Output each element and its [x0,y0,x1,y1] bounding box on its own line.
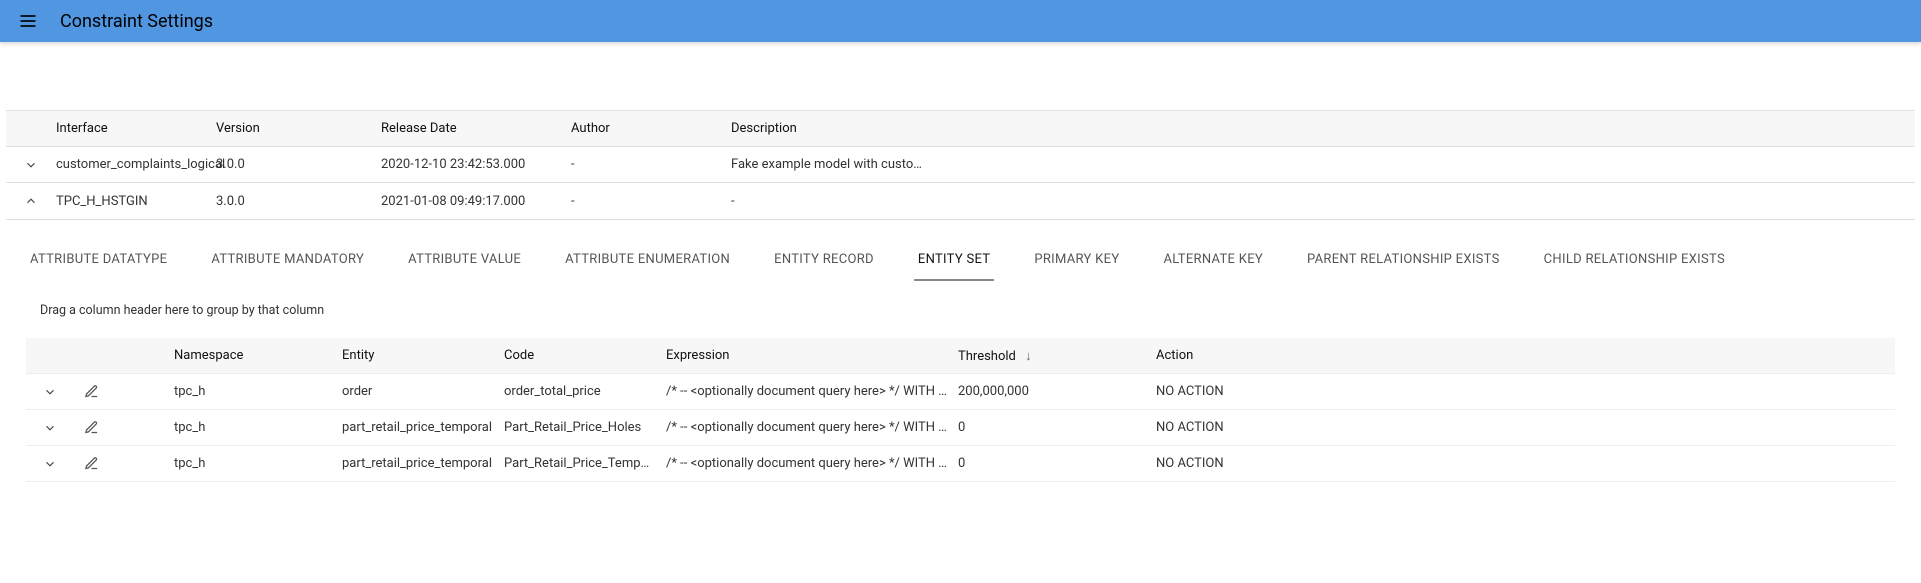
table-row: tpc_h order order_total_price /* -- <opt… [26,374,1895,410]
table-row: tpc_h part_retail_price_temporal Part_Re… [26,446,1895,482]
cell-entity: order [342,384,504,399]
col-header-threshold-label: Threshold [958,349,1016,364]
tab-attribute-datatype[interactable]: ATTRIBUTE DATATYPE [26,242,171,281]
interface-table-header: Interface Version Release Date Author De… [6,111,1915,147]
col-header-entity[interactable]: Entity [342,348,504,363]
col-header-expression[interactable]: Expression [666,348,958,363]
cell-code: Part_Retail_Price_Holes [504,420,666,435]
chevron-down-icon[interactable] [41,419,59,437]
chevron-down-icon[interactable] [41,455,59,473]
tab-attribute-enumeration[interactable]: ATTRIBUTE ENUMERATION [561,242,734,281]
table-row: customer_complaints_logical 3.0.0 2020-1… [6,147,1915,183]
chevron-up-icon[interactable] [22,192,40,210]
interface-table: Interface Version Release Date Author De… [6,110,1915,220]
cell-interface: TPC_H_HSTGIN [56,194,216,209]
menu-icon[interactable] [10,3,46,39]
tab-entity-set[interactable]: ENTITY SET [914,242,994,281]
cell-action: NO ACTION [1156,456,1895,471]
cell-version: 3.0.0 [216,194,381,209]
cell-threshold: 0 [958,456,1156,471]
cell-description: - [731,194,1915,209]
col-header-version[interactable]: Version [216,121,381,136]
edit-icon[interactable] [80,381,102,403]
constraint-table-header: Namespace Entity Code Expression Thresho… [26,338,1895,374]
table-row: tpc_h part_retail_price_temporal Part_Re… [26,410,1895,446]
cell-description: Fake example model with custo… [731,157,1915,172]
cell-expression: /* -- <optionally document query here> *… [666,456,958,471]
col-header-description[interactable]: Description [731,121,1915,136]
cell-code: order_total_price [504,384,666,399]
cell-expression: /* -- <optionally document query here> *… [666,384,958,399]
page-title: Constraint Settings [60,11,213,32]
col-header-code[interactable]: Code [504,348,666,363]
cell-release: 2020-12-10 23:42:53.000 [381,157,571,172]
col-header-author[interactable]: Author [571,121,731,136]
col-header-interface[interactable]: Interface [56,121,216,136]
edit-icon[interactable] [80,453,102,475]
tab-attribute-value[interactable]: ATTRIBUTE VALUE [404,242,525,281]
col-header-threshold[interactable]: Threshold ↓ [958,348,1156,364]
cell-namespace: tpc_h [174,420,342,435]
col-header-release[interactable]: Release Date [381,121,571,136]
constraint-table: Namespace Entity Code Expression Thresho… [26,338,1895,482]
chevron-down-icon[interactable] [22,156,40,174]
tab-child-relationship[interactable]: CHILD RELATIONSHIP EXISTS [1540,242,1729,281]
table-row: TPC_H_HSTGIN 3.0.0 2021-01-08 09:49:17.0… [6,183,1915,219]
tab-alternate-key[interactable]: ALTERNATE KEY [1159,242,1267,281]
cell-code: Part_Retail_Price_Temporal_O… [504,456,666,471]
col-header-namespace[interactable]: Namespace [174,348,342,363]
tab-primary-key[interactable]: PRIMARY KEY [1030,242,1123,281]
cell-author: - [571,194,731,209]
cell-entity: part_retail_price_temporal [342,456,504,471]
cell-namespace: tpc_h [174,384,342,399]
group-by-hint[interactable]: Drag a column header here to group by th… [26,303,1895,318]
cell-interface: customer_complaints_logical [56,157,216,172]
cell-threshold: 200,000,000 [958,384,1156,399]
cell-version: 3.0.0 [216,157,381,172]
cell-release: 2021-01-08 09:49:17.000 [381,194,571,209]
tab-attribute-mandatory[interactable]: ATTRIBUTE MANDATORY [207,242,368,281]
sort-desc-icon: ↓ [1025,349,1032,364]
tab-bar: ATTRIBUTE DATATYPE ATTRIBUTE MANDATORY A… [26,236,1895,281]
tab-parent-relationship[interactable]: PARENT RELATIONSHIP EXISTS [1303,242,1504,281]
cell-author: - [571,157,731,172]
cell-entity: part_retail_price_temporal [342,420,504,435]
cell-namespace: tpc_h [174,456,342,471]
chevron-down-icon[interactable] [41,383,59,401]
edit-icon[interactable] [80,417,102,439]
app-bar: Constraint Settings [0,0,1921,42]
tab-entity-record[interactable]: ENTITY RECORD [770,242,878,281]
cell-expression: /* -- <optionally document query here> *… [666,420,958,435]
detail-panel: ATTRIBUTE DATATYPE ATTRIBUTE MANDATORY A… [6,226,1915,502]
col-header-action[interactable]: Action [1156,348,1895,363]
cell-threshold: 0 [958,420,1156,435]
cell-action: NO ACTION [1156,384,1895,399]
cell-action: NO ACTION [1156,420,1895,435]
